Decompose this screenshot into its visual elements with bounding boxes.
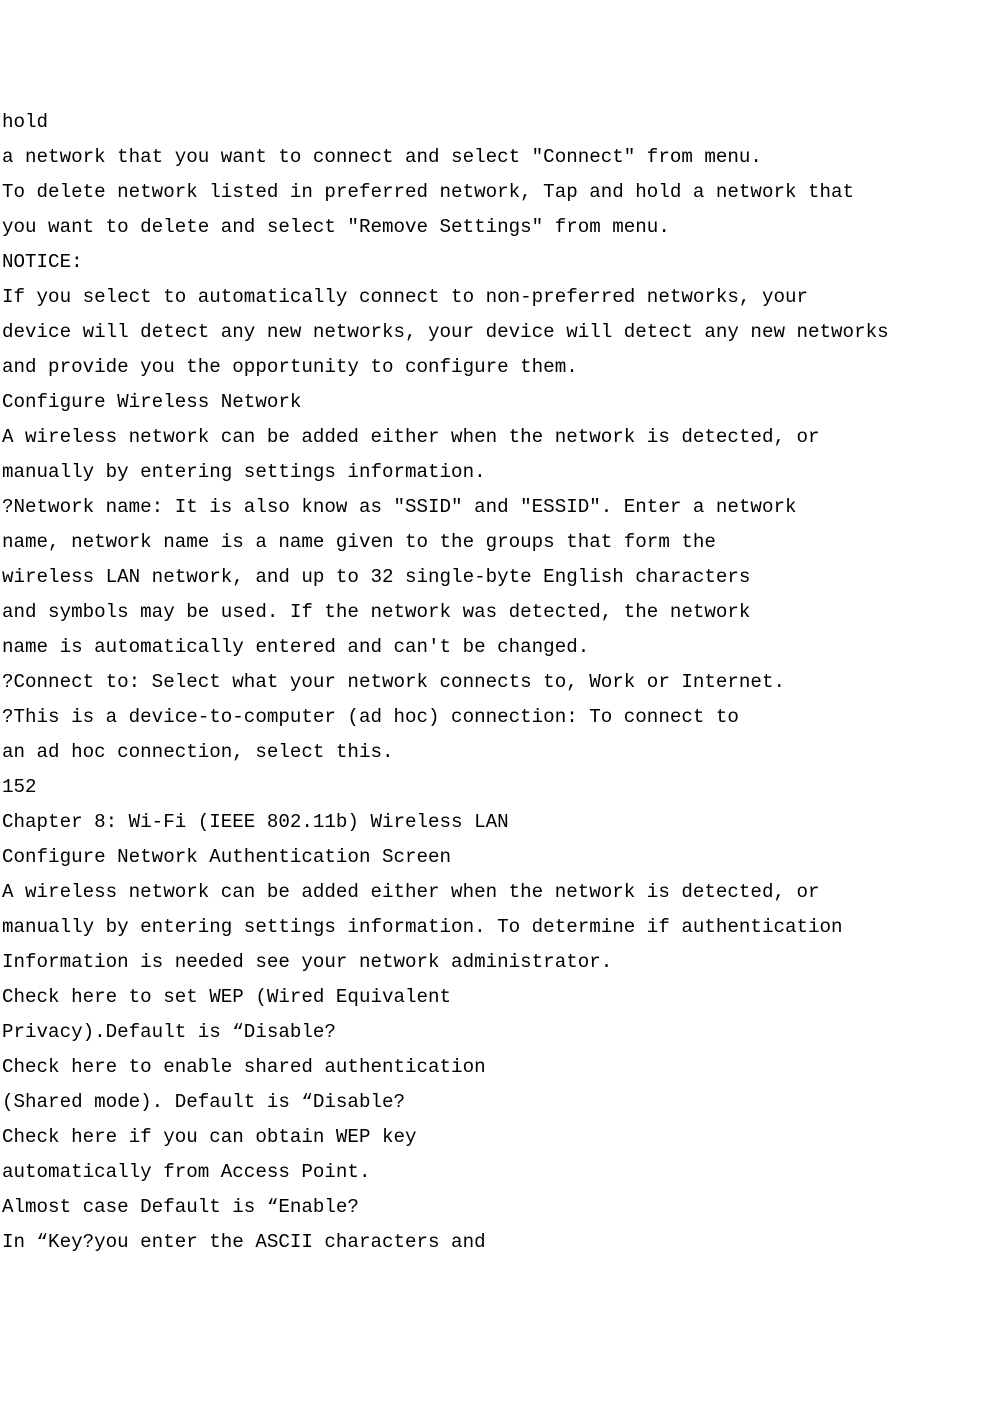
document-page-text: hold a network that you want to connect … [2, 105, 1001, 1260]
